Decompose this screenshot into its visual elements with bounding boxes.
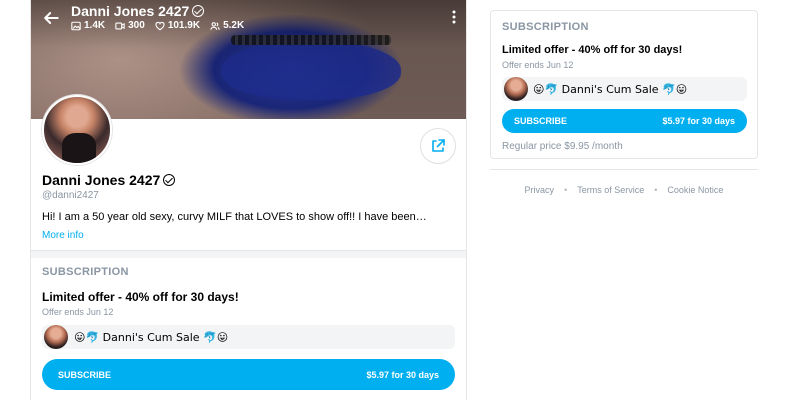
section-divider <box>31 250 466 258</box>
separator-dot: • <box>654 185 658 195</box>
subscribe-price: $5.97 for 30 days <box>366 369 439 380</box>
stat-videos: 300 <box>115 20 145 31</box>
stat-fans: 5.2K <box>210 20 244 31</box>
promo-message: 😛🐬 Danni's Cum Sale 🐬😛 <box>502 77 747 101</box>
separator-dot: • <box>564 185 568 195</box>
stat-value: 101.9K <box>167 20 201 31</box>
profile-name: Danni Jones 2427 <box>42 172 176 188</box>
stat-photos: 1.4K <box>71 20 105 31</box>
stat-value: 300 <box>128 20 145 31</box>
footer-links: Privacy • Terms of Service • Cookie Noti… <box>490 185 758 195</box>
share-button[interactable] <box>420 128 456 164</box>
profile-handle: @danni2427 <box>42 190 99 201</box>
promo-text: 😛🐬 Danni's Cum Sale 🐬😛 <box>533 82 688 96</box>
subscribe-price: $5.97 for 30 days <box>662 116 735 126</box>
header-stats: 1.4K 300 101.9K 5.2K <box>71 20 244 31</box>
sidebar-subscription-card: SUBSCRIPTION Limited offer - 40% off for… <box>490 10 758 159</box>
footer-link-terms[interactable]: Terms of Service <box>577 185 644 195</box>
profile-bio: Hi! I am a 50 year old sexy, curvy MILF … <box>42 211 427 223</box>
video-icon <box>115 22 125 29</box>
profile-column: Danni Jones 2427 1.4K 300 101.9K 5.2K Da… <box>30 0 467 400</box>
verified-icon <box>192 5 205 17</box>
offer-ends: Offer ends Jun 12 <box>502 60 574 70</box>
users-icon <box>210 21 220 30</box>
back-arrow-icon[interactable] <box>41 8 63 30</box>
offer-text: Limited offer - 40% off for 30 days! <box>42 290 239 304</box>
stat-value: 1.4K <box>84 20 106 31</box>
subscribe-label: SUBSCRIBE <box>514 116 568 126</box>
promo-text: 😛🐬 Danni's Cum Sale 🐬😛 <box>74 330 229 344</box>
offer-text: Limited offer - 40% off for 30 days! <box>502 44 683 56</box>
heart-icon <box>155 21 165 30</box>
footer-link-cookies[interactable]: Cookie Notice <box>667 185 723 195</box>
header-name-text: Danni Jones 2427 <box>71 3 190 19</box>
avatar <box>44 325 68 349</box>
header-name: Danni Jones 2427 <box>71 3 205 19</box>
share-icon <box>432 139 445 152</box>
avatar[interactable] <box>42 95 112 165</box>
verified-icon <box>163 174 176 186</box>
offer-ends: Offer ends Jun 12 <box>42 307 114 317</box>
stat-value: 5.2K <box>223 20 245 31</box>
subscription-heading: SUBSCRIPTION <box>502 21 589 33</box>
more-info-link[interactable]: More info <box>42 230 84 241</box>
subscribe-button[interactable]: SUBSCRIBE $5.97 for 30 days <box>502 109 747 133</box>
subscription-heading: SUBSCRIPTION <box>42 266 129 278</box>
subscribe-button[interactable]: SUBSCRIBE $5.97 for 30 days <box>42 359 455 390</box>
subscribe-label: SUBSCRIBE <box>58 369 112 380</box>
more-options-icon[interactable] <box>451 10 457 24</box>
avatar <box>504 77 528 101</box>
footer-divider <box>490 169 758 170</box>
promo-message: 😛🐬 Danni's Cum Sale 🐬😛 <box>42 325 455 349</box>
footer-link-privacy[interactable]: Privacy <box>525 185 555 195</box>
stat-likes: 101.9K <box>155 20 200 31</box>
profile-name-text: Danni Jones 2427 <box>42 172 161 188</box>
image-icon <box>71 21 81 30</box>
regular-price: Regular price $9.95 /month <box>502 141 623 152</box>
